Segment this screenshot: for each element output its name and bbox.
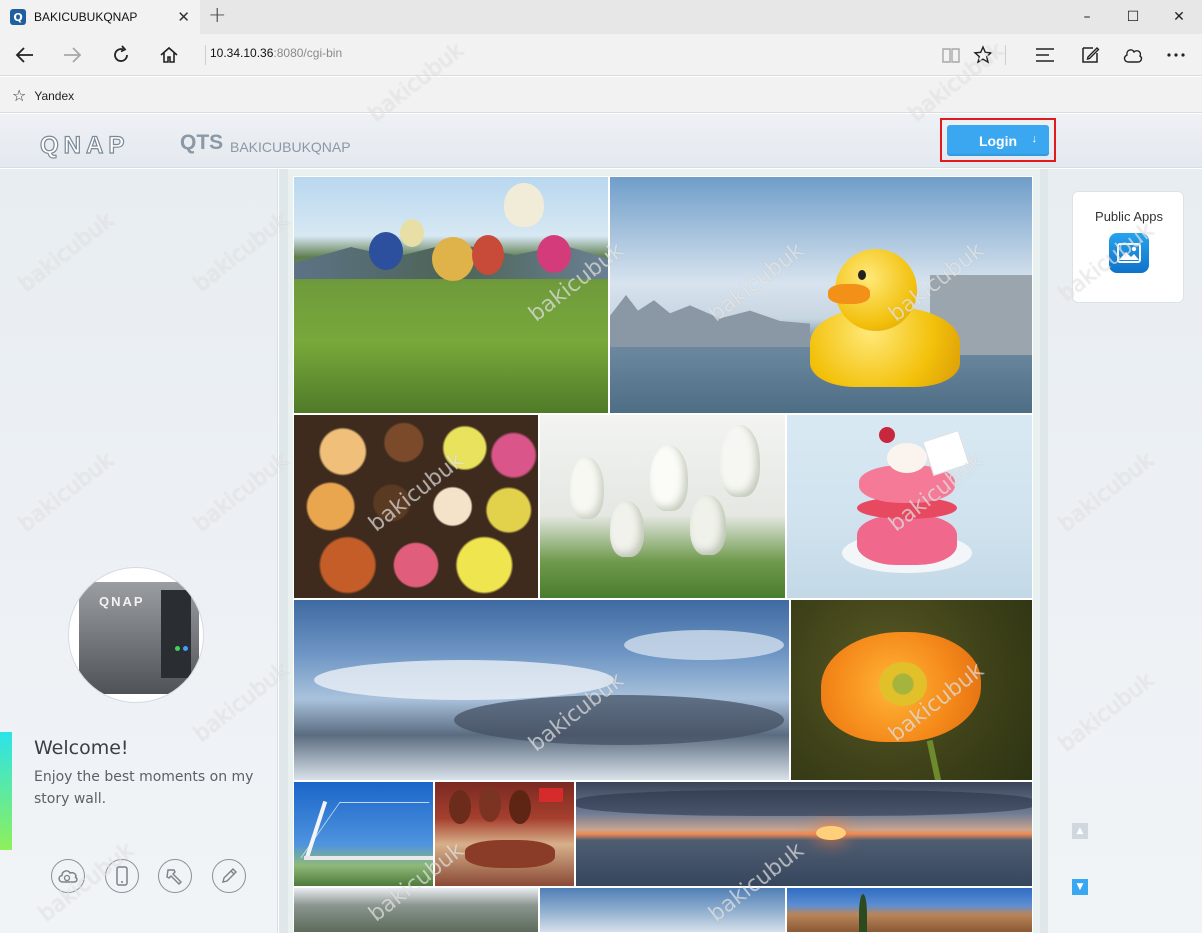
hub-icon[interactable] [1030,42,1060,68]
favorite-label: Yandex [34,88,75,103]
login-label: Login [978,132,1018,149]
qnap-favicon-icon: Q [10,9,26,25]
scroll-down-button[interactable]: ▼ [1072,879,1088,895]
photo-gallery-icon[interactable] [1109,233,1149,273]
photo-hot-air-balloons[interactable] [293,176,609,414]
photo-sky-partial[interactable] [539,887,786,933]
mobile-icon[interactable] [105,859,139,893]
url-field[interactable]: 10.34.10.36:8080/cgi-bin [210,46,342,60]
photo-snowy-trees[interactable] [293,887,539,933]
divider [205,45,206,65]
photo-palace[interactable] [786,887,1033,933]
star-icon: ☆ [12,86,27,105]
photo-blue-sky-clouds[interactable] [293,599,790,781]
minimize-button[interactable]: – [1064,0,1110,34]
nas-hostname: BAKICUBUKQNAP [230,139,351,155]
product-name: QTS [180,131,224,154]
close-window-button[interactable]: ✕ [1156,0,1202,34]
public-apps-title: Public Apps [1095,209,1163,224]
tab-title: BAKICUBUKQNAP [34,10,138,24]
photo-macarons[interactable] [293,414,539,599]
welcome-title: Welcome! [34,737,129,759]
photo-raspberry-macaron[interactable] [786,414,1033,599]
public-apps-card[interactable]: Public Apps [1072,191,1184,303]
share-icon[interactable] [1118,42,1148,68]
refresh-icon[interactable] [106,42,136,68]
forward-icon[interactable] [57,42,87,68]
nas-device-image: QNAP [68,567,204,703]
left-panel [0,169,278,933]
web-note-icon[interactable] [1075,42,1105,68]
back-icon[interactable] [10,42,40,68]
photo-orange-poppy[interactable] [790,599,1033,781]
device-logo: QNAP [99,594,145,609]
accent-bar [0,732,12,850]
favorite-item-yandex[interactable]: ☆ Yandex [12,86,74,105]
url-host: 10.34.10.36 [210,46,274,60]
tab-close-icon[interactable]: ✕ [177,8,190,26]
favorites-bar: ☆ Yandex [0,77,1202,113]
home-icon[interactable] [154,42,184,68]
arrow-down-icon: ↓ [1031,133,1038,145]
photo-market-hams[interactable] [434,781,575,887]
favorite-star-icon[interactable] [968,42,998,68]
divider [1005,45,1006,65]
pencil-icon[interactable] [212,859,246,893]
reading-view-icon[interactable] [936,42,966,68]
tools-icon[interactable] [158,859,192,893]
tab-bar: Q BAKICUBUKQNAP ✕ + – ☐ ✕ [0,0,1202,34]
maximize-button[interactable]: ☐ [1110,0,1156,34]
more-options-icon[interactable] [1161,42,1191,68]
photo-rubber-duck-harbor[interactable] [609,176,1033,414]
login-button[interactable]: Login ↓ [947,125,1049,156]
new-tab-icon[interactable]: + [208,3,226,28]
welcome-text: Enjoy the best moments on my story wall. [34,769,254,807]
scroll-up-button[interactable]: ▲ [1072,823,1088,839]
photo-sunset-sea[interactable] [575,781,1033,887]
browser-tab[interactable]: Q BAKICUBUKQNAP ✕ [0,0,200,34]
photo-suspension-bridge[interactable] [293,781,434,887]
qnap-logo: QNAP [39,131,130,159]
address-bar: 10.34.10.36:8080/cgi-bin [0,34,1202,76]
url-path: :8080/cgi-bin [273,46,343,60]
cloud-icon[interactable] [51,859,85,893]
photo-white-tulips[interactable] [539,414,786,599]
